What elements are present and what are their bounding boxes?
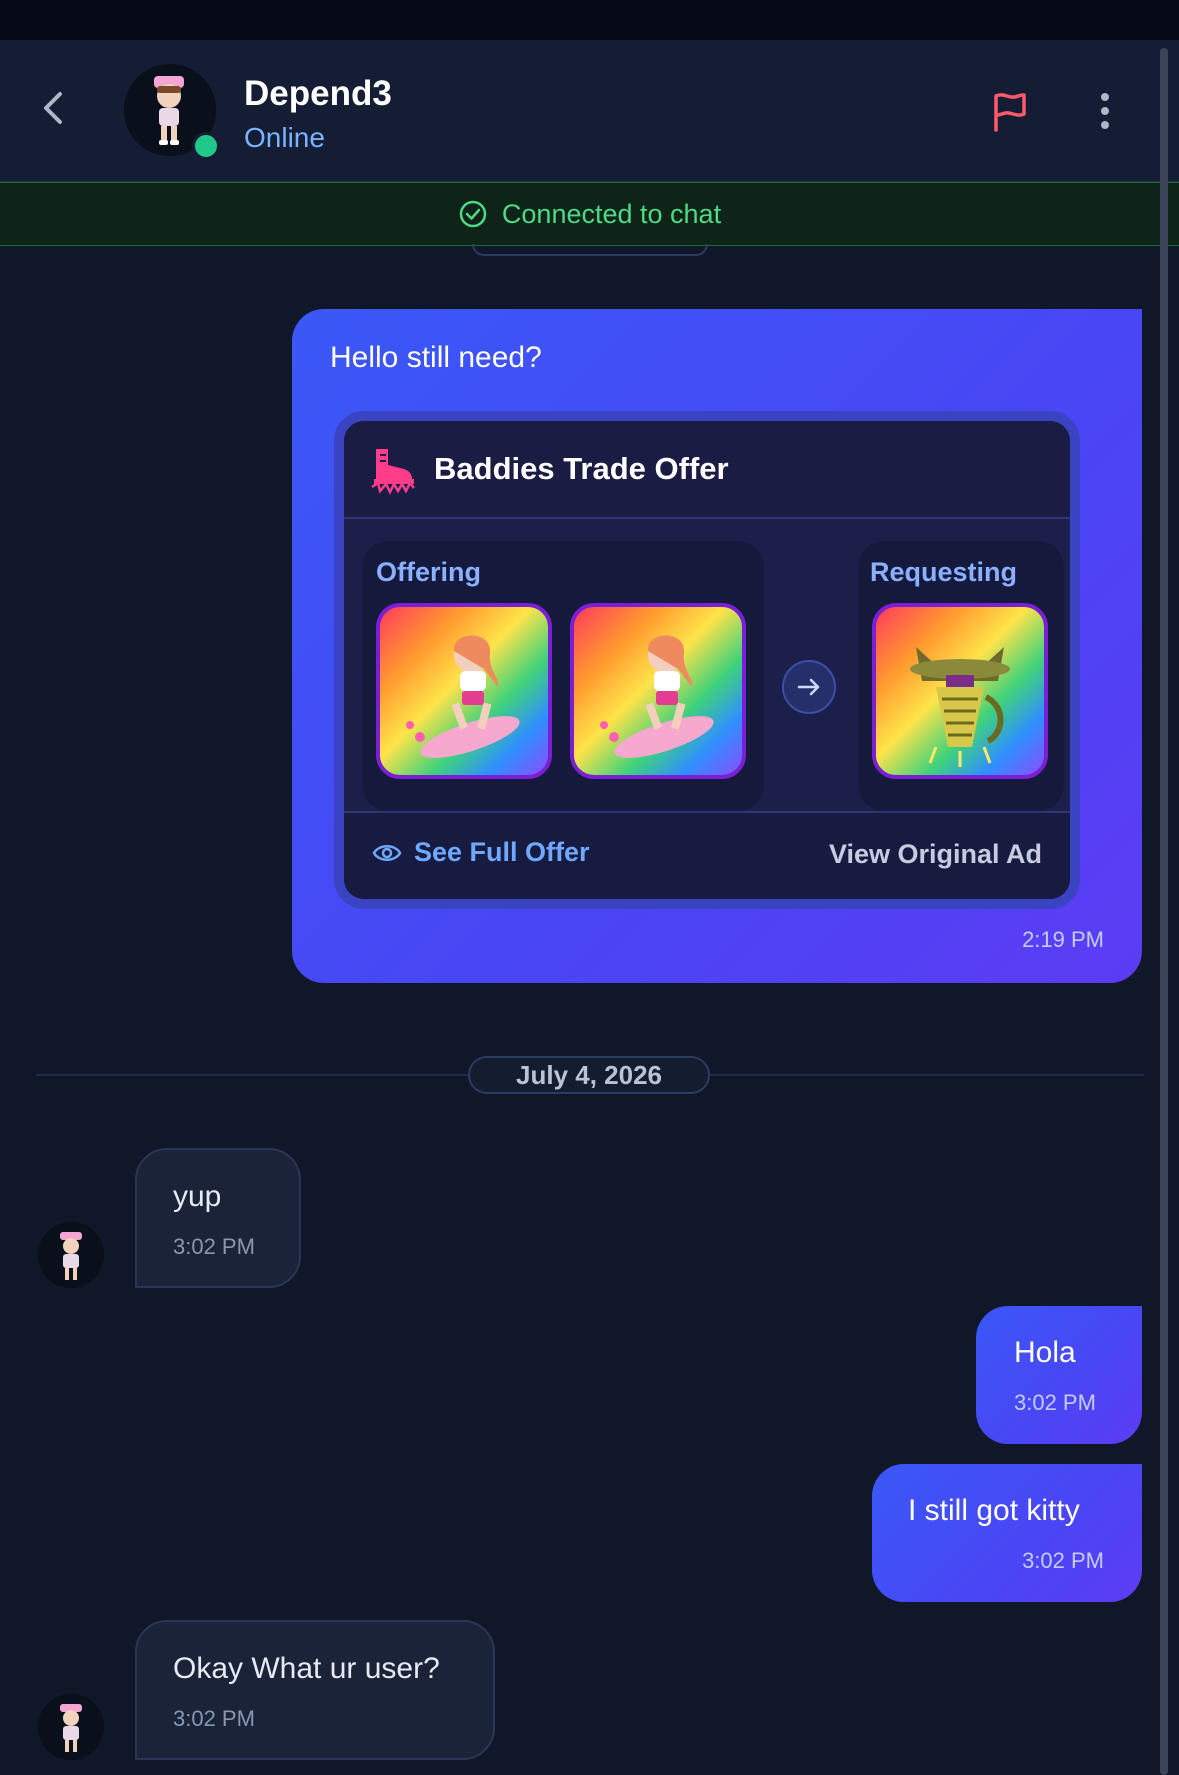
chat-header: Depend3 Online [0,40,1179,182]
contact-name: Depend3 [244,74,392,113]
trade-offer-title: Baddies Trade Offer [434,451,729,486]
offering-label: Offering [376,557,481,587]
message-text: I still got kitty [908,1494,1080,1527]
skater-girl-item-icon [406,635,520,758]
connection-text: Connected to chat [501,198,722,229]
see-full-offer-link[interactable]: See Full Offer [372,837,590,868]
see-full-offer-label: See Full Offer [414,837,590,867]
contact-status: Online [244,122,325,153]
trade-offer-footer: See Full Offer View Original Ad [344,811,1070,899]
more-vertical-icon[interactable] [1090,88,1120,134]
avatar-character-icon [38,1694,104,1760]
check-circle-icon [459,200,487,228]
skater-girl-item-icon [600,635,714,758]
message-incoming: yup 3:02 PM [135,1148,301,1288]
message-incoming: Okay What ur user? 3:02 PM [135,1620,495,1760]
trade-arrow [782,660,836,714]
scrollbar[interactable] [1160,48,1168,1775]
offering-item-2[interactable] [570,603,746,779]
flag-icon[interactable] [990,90,1030,134]
status-bar-strip [0,0,1179,40]
message-time: 3:02 PM [1014,1390,1096,1415]
online-indicator [192,132,220,160]
avatar-character-icon [38,1222,104,1288]
date-pill-hidden [472,244,708,256]
message-outgoing: I still got kitty 3:02 PM [872,1464,1142,1602]
view-original-ad-link[interactable]: View Original Ad [829,839,1042,870]
message-text: Hello still need? [330,341,542,374]
message-text: Okay What ur user? [173,1652,440,1685]
trade-offer-header: Baddies Trade Offer [344,421,1070,519]
message-outgoing-trade: Hello still need? Baddies Trade Offer Of… [292,309,1142,983]
connection-banner: Connected to chat [0,182,1179,246]
message-time: 2:19 PM [1022,927,1104,952]
trade-offer-card[interactable]: Baddies Trade Offer Offering Requesting … [334,411,1080,909]
arrow-right-icon [797,678,820,696]
requesting-panel: Requesting [858,541,1064,811]
eye-icon [372,844,402,861]
offering-panel: Offering [362,541,764,811]
message-time: 3:02 PM [1022,1548,1104,1573]
roller-skate-icon [371,449,415,495]
message-text: yup [173,1180,222,1213]
message-time: 3:02 PM [173,1234,255,1259]
message-time: 3:02 PM [173,1706,255,1731]
back-chevron-icon[interactable] [36,88,72,128]
message-text: Hola [1014,1336,1076,1369]
cat-hat-item-icon [910,647,1010,767]
requesting-item-1[interactable] [872,603,1048,779]
message-outgoing: Hola 3:02 PM [976,1306,1142,1444]
offering-item-1[interactable] [376,603,552,779]
sender-avatar[interactable] [38,1222,104,1288]
date-separator: July 4, 2026 [468,1056,710,1094]
sender-avatar[interactable] [38,1694,104,1760]
requesting-label: Requesting [870,557,1018,587]
